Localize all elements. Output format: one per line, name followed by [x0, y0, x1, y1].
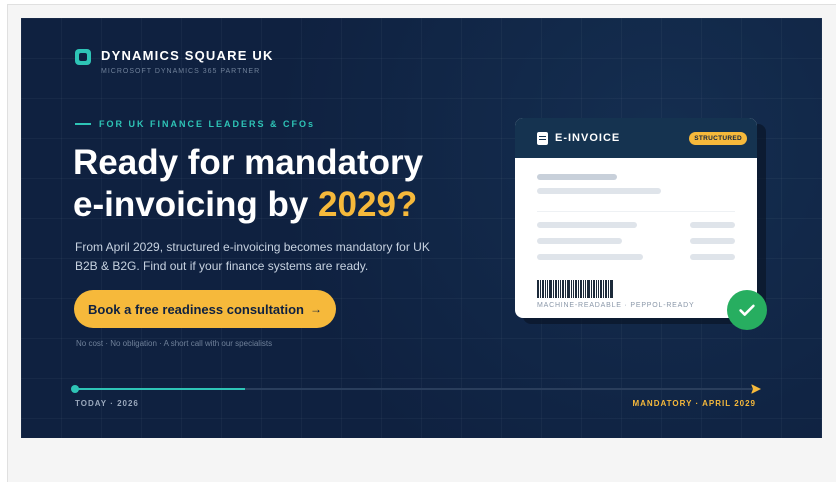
invoice-placeholder-line: [537, 254, 643, 260]
checkmark-badge: [727, 290, 767, 330]
fine-print: No cost · No obligation · A short call w…: [76, 339, 273, 348]
structured-badge: STRUCTURED: [689, 131, 747, 145]
arrow-right-icon: →: [310, 302, 322, 316]
invoice-card: E-INVOICE STRUCTURED MACHINE-READABLE · …: [515, 118, 757, 318]
timeline-start-label: TODAY · 2026: [75, 399, 139, 408]
invoice-placeholder-line: [537, 222, 637, 228]
brand-name: DYNAMICS SQUARE UK: [101, 48, 274, 63]
invoice-card-title: E-INVOICE: [537, 131, 621, 145]
timeline-end-label: MANDATORY · APRIL 2029: [632, 399, 756, 408]
timeline-start-dot-icon: [71, 385, 79, 393]
timeline-track: [71, 384, 761, 394]
invoice-card-header: E-INVOICE STRUCTURED: [515, 118, 757, 158]
checkmark-icon: [739, 304, 755, 316]
invoice-placeholder-line: [537, 174, 617, 180]
hero-banner: DYNAMICS SQUARE UK MICROSOFT DYNAMICS 36…: [21, 18, 822, 438]
brand: DYNAMICS SQUARE UK MICROSOFT DYNAMICS 36…: [75, 48, 274, 75]
headline-line1: Ready for mandatory: [73, 143, 424, 182]
document-icon: [537, 131, 548, 145]
description: From April 2029, structured e-invoicing …: [75, 240, 430, 273]
barcode-icon: [537, 280, 629, 298]
invoice-placeholder-amount: [690, 238, 735, 244]
invoice-divider: [537, 211, 735, 212]
headline: Ready for mandatory e-invoicing by 2029?: [73, 142, 473, 226]
invoice-card-caption: MACHINE-READABLE · PEPPOL-READY: [537, 302, 695, 309]
timeline-progress: [75, 388, 245, 390]
headline-accent: 2029?: [318, 185, 418, 224]
book-consultation-button[interactable]: Book a free readiness consultation →: [74, 290, 336, 328]
brand-logo-icon: [75, 49, 91, 65]
invoice-placeholder-amount: [690, 254, 735, 260]
invoice-placeholder-line: [537, 188, 661, 194]
timeline-end-arrow-icon: [751, 384, 761, 394]
invoice-placeholder-amount: [690, 222, 735, 228]
brand-tagline: MICROSOFT DYNAMICS 365 PARTNER: [101, 68, 261, 75]
invoice-placeholder-line: [537, 238, 622, 244]
invoice-card-title-text: E-INVOICE: [555, 132, 621, 144]
cta-label: Book a free readiness consultation: [87, 301, 304, 317]
headline-line2: e-invoicing by: [73, 185, 319, 224]
eyebrow-line: [75, 123, 91, 125]
eyebrow: FOR UK FINANCE LEADERS & CFOs: [75, 119, 315, 129]
eyebrow-text: FOR UK FINANCE LEADERS & CFOs: [99, 119, 316, 129]
